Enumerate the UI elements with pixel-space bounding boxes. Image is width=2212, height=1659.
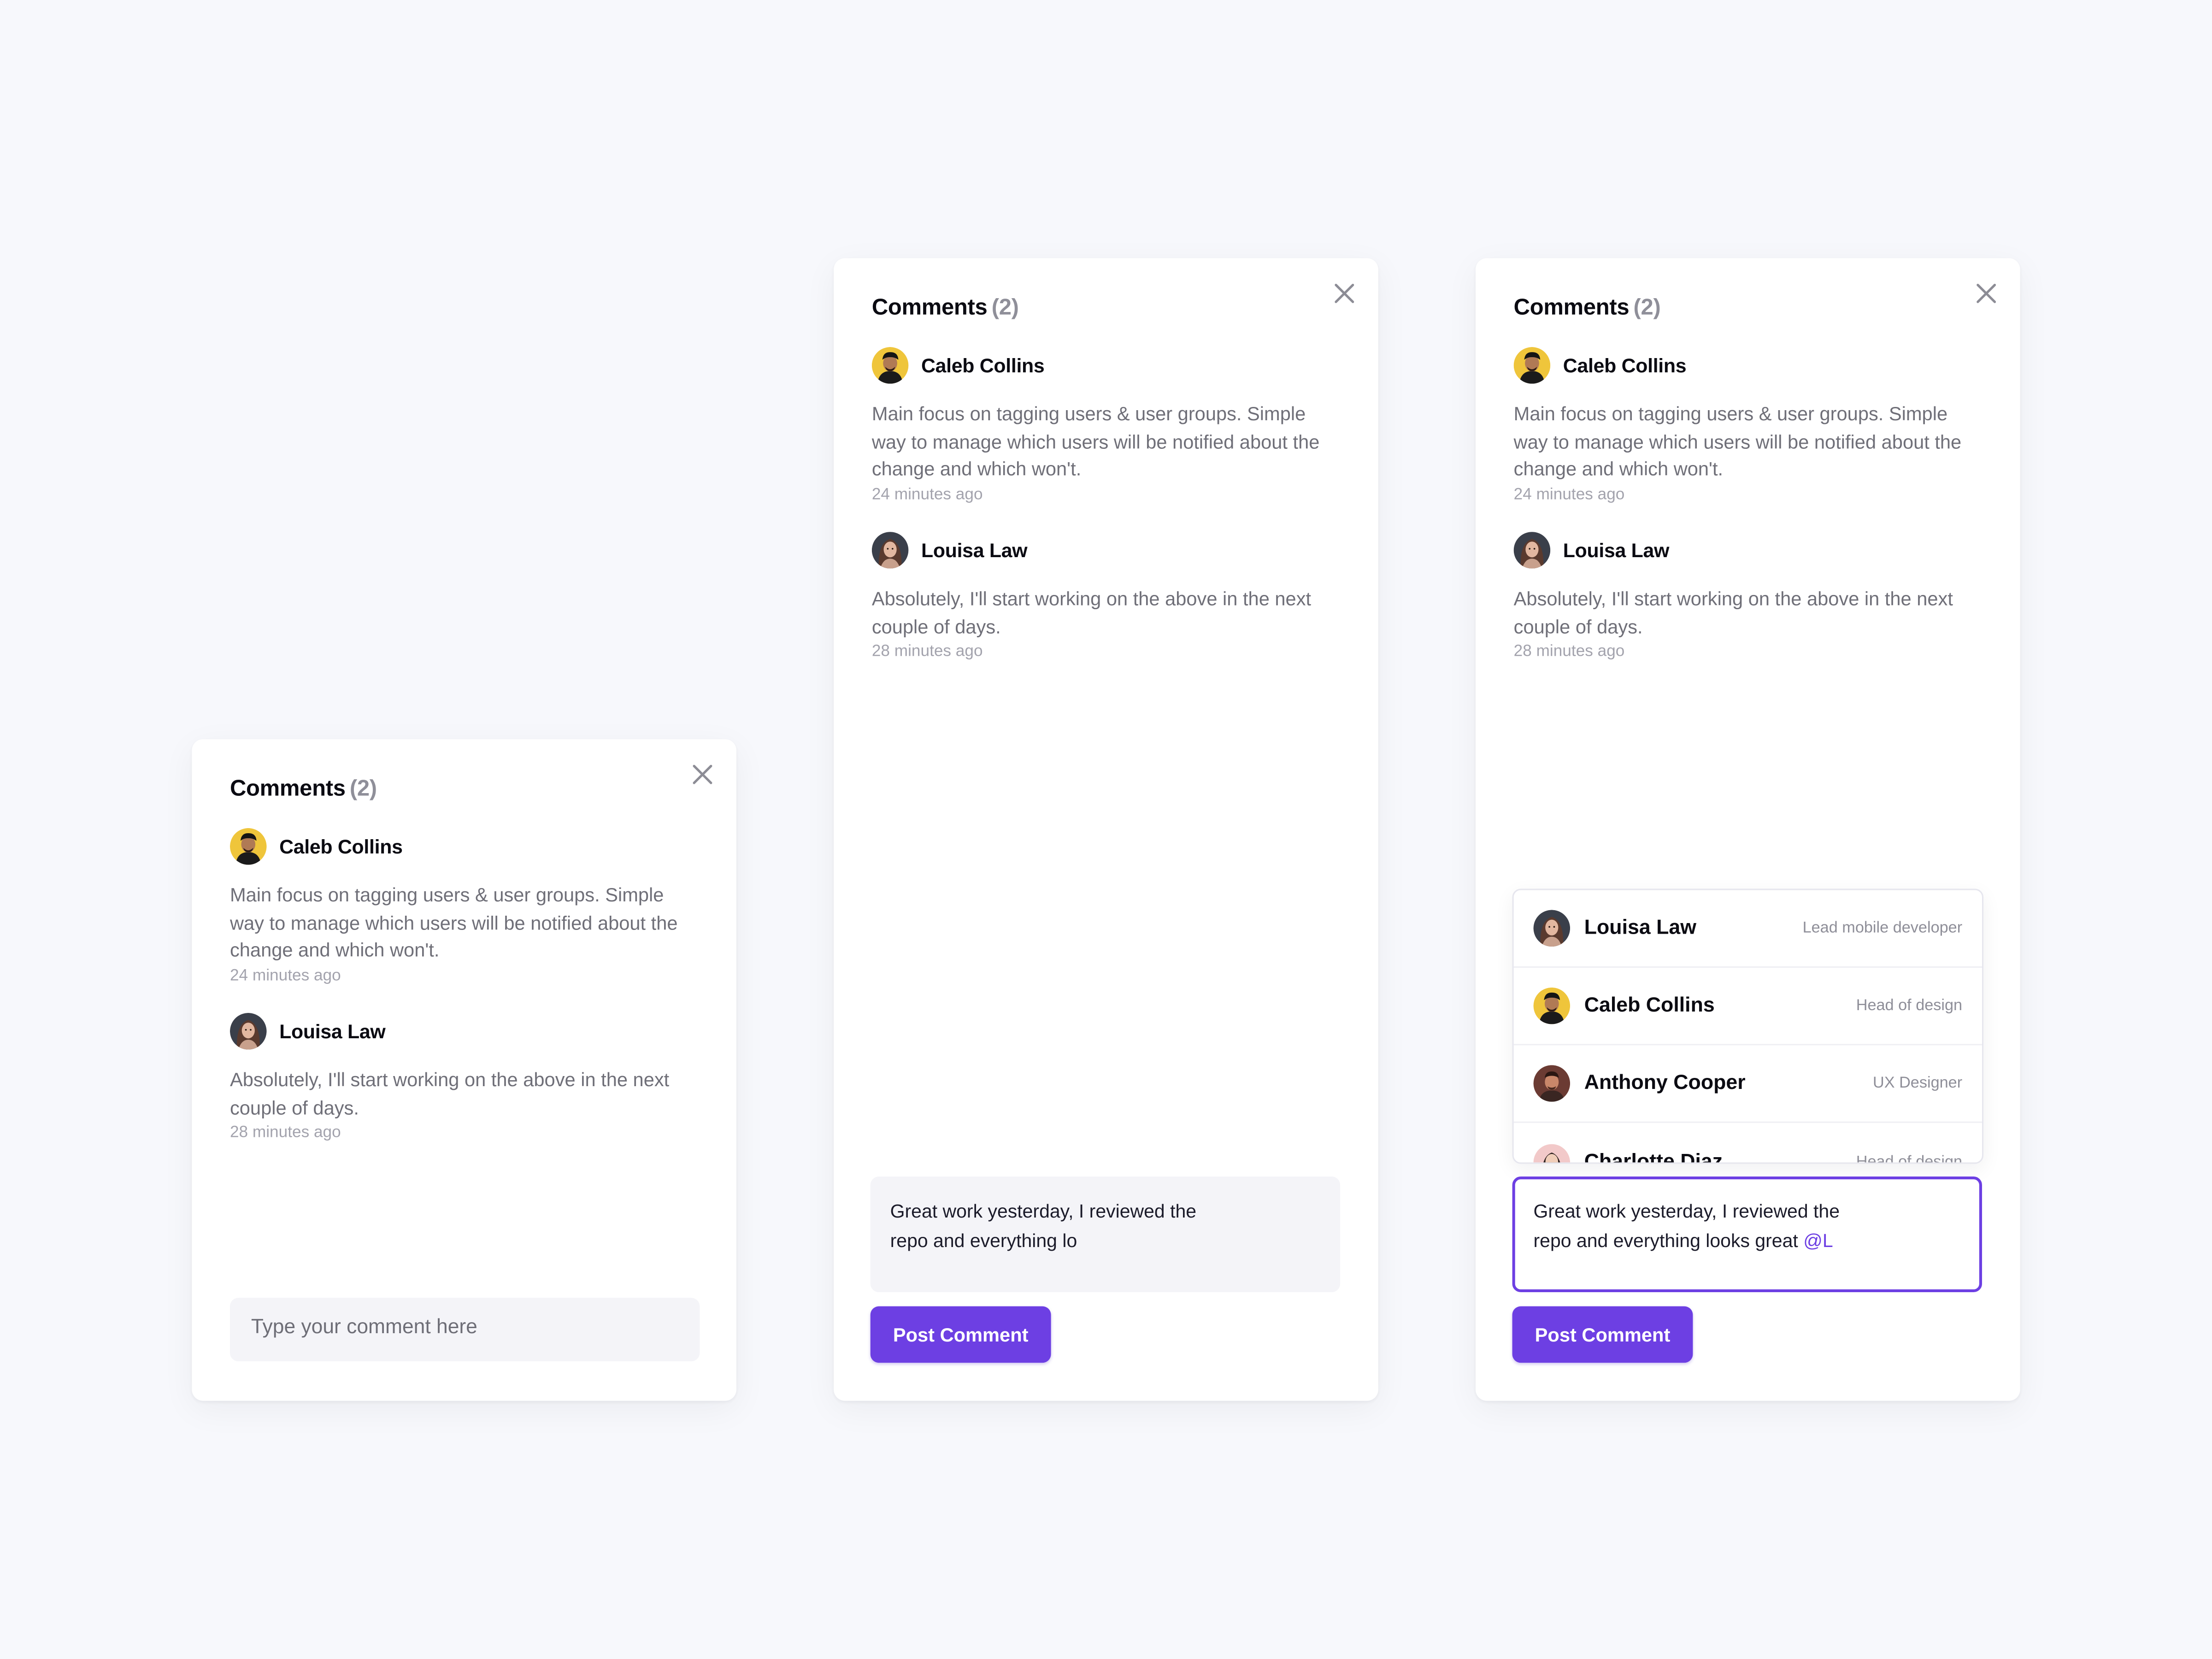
comment-timestamp: 28 minutes ago — [1513, 643, 1625, 660]
comment-input[interactable]: Type your comment here — [229, 1298, 700, 1362]
mention-option-name: Anthony Cooper — [1584, 1072, 1746, 1095]
comment-item: Caleb Collins Main focus on tagging user… — [229, 827, 703, 984]
textarea-line-with-mention: repo and everything looks great @L — [1534, 1226, 1961, 1255]
comment-text: Absolutely, I'll start working on the ab… — [1513, 588, 1953, 637]
textarea-line: Great work yesterday, I reviewed the — [1533, 1200, 1840, 1222]
caleb-avatar-icon — [1513, 346, 1551, 383]
comment-text: Absolutely, I'll start working on the ab… — [229, 1069, 670, 1118]
textarea-line: Great work yesterday, I reviewed the — [890, 1200, 1197, 1222]
mention-option[interactable]: Charlotte Diaz Head of design — [1514, 1123, 1982, 1164]
panel-title: Comments (2) — [1514, 296, 1661, 322]
comment-text: Main focus on tagging users & user group… — [229, 884, 678, 961]
mention-option-name: Louisa Law — [1584, 917, 1696, 940]
comment-input-placeholder: Type your comment here — [251, 1316, 477, 1339]
comment-text: Main focus on tagging users & user group… — [871, 403, 1320, 480]
louisa-avatar-icon — [1513, 531, 1551, 568]
caleb-avatar-icon — [871, 346, 909, 383]
comment-timestamp: 28 minutes ago — [871, 643, 983, 660]
comment-textarea[interactable]: Great work yesterday, I reviewed the rep… — [870, 1177, 1341, 1293]
comment-author: Louisa Law — [1563, 538, 1670, 561]
louisa-avatar-icon — [229, 1012, 267, 1049]
mention-option[interactable]: Louisa Law Lead mobile developer — [1513, 890, 1982, 968]
mention-token: @L — [1803, 1230, 1833, 1252]
panel-title-label: Comments — [871, 296, 988, 320]
comment-item: Louisa Law Absolutely, I'll start workin… — [1513, 530, 1987, 660]
comment-author: Caleb Collins — [1563, 353, 1687, 376]
comment-item: Louisa Law Absolutely, I'll start workin… — [229, 1012, 703, 1141]
close-icon — [693, 765, 712, 784]
comment-textarea-focused[interactable]: Great work yesterday, I reviewed the rep… — [1512, 1177, 1982, 1293]
panel-title-label: Comments — [1513, 296, 1630, 320]
mention-option[interactable]: Caleb Collins Head of design — [1513, 968, 1982, 1046]
comment-author: Louisa Law — [279, 1019, 386, 1042]
mention-option[interactable]: Anthony Cooper UX Designer — [1513, 1045, 1982, 1123]
comment-author: Caleb Collins — [279, 834, 403, 857]
comment-item: Caleb Collins Main focus on tagging user… — [1513, 346, 1987, 503]
post-comment-button[interactable]: Post Comment — [870, 1306, 1051, 1363]
close-icon — [1335, 283, 1354, 303]
comment-count: (2) — [1633, 296, 1661, 320]
mention-option-role: Head of design — [1856, 997, 1963, 1015]
louisa-avatar-icon — [871, 531, 909, 568]
comment-timestamp: 24 minutes ago — [1513, 486, 1625, 503]
comments-panel-typing: Comments (2) Caleb Collins Main focus on … — [834, 258, 1378, 1401]
anthony-avatar-icon — [1533, 1065, 1571, 1102]
textarea-line-text: repo and everything looks great — [1533, 1230, 1798, 1252]
close-button[interactable] — [1332, 281, 1357, 306]
comment-item: Caleb Collins Main focus on tagging user… — [871, 346, 1345, 503]
mention-option-role: Head of design — [1856, 1153, 1963, 1164]
canvas: Comments (2) Caleb Collins Main focus on … — [0, 0, 2212, 1659]
comment-author: Louisa Law — [921, 538, 1028, 561]
comment-timestamp: 28 minutes ago — [229, 1124, 341, 1141]
comment-timestamp: 24 minutes ago — [871, 486, 983, 503]
comment-count: (2) — [991, 296, 1019, 320]
panel-title: Comments (2) — [872, 296, 1019, 322]
comments-panel-mention: Comments (2) Caleb Collins Main focus on … — [1476, 258, 2020, 1401]
caleb-avatar-icon — [229, 827, 267, 864]
mention-option-name: Caleb Collins — [1584, 994, 1715, 1018]
caleb-avatar-icon — [1533, 987, 1571, 1024]
comment-author: Caleb Collins — [921, 353, 1045, 376]
comment-text: Main focus on tagging users & user group… — [1513, 403, 1962, 480]
panel-title: Comments (2) — [230, 777, 377, 803]
textarea-line: repo and everything lo — [890, 1230, 1077, 1252]
mention-suggestions-dropdown[interactable]: Louisa Law Lead mobile developer Caleb C… — [1512, 888, 1984, 1164]
panel-title-label: Comments — [229, 777, 346, 801]
close-icon — [1977, 283, 1996, 303]
mention-option-role: UX Designer — [1872, 1075, 1963, 1092]
mention-option-role: Lead mobile developer — [1802, 919, 1963, 937]
post-comment-button[interactable]: Post Comment — [1512, 1306, 1693, 1363]
close-button[interactable] — [690, 762, 715, 787]
comment-count: (2) — [349, 777, 377, 801]
mention-option-name: Charlotte Diaz — [1584, 1150, 1723, 1164]
comments-panel-empty: Comments (2) Caleb Collins Main focus on … — [192, 739, 736, 1401]
close-button[interactable] — [1974, 281, 1999, 306]
comment-timestamp: 24 minutes ago — [229, 967, 341, 984]
comment-text: Absolutely, I'll start working on the ab… — [871, 588, 1312, 637]
comment-item: Louisa Law Absolutely, I'll start workin… — [871, 530, 1345, 660]
charlotte-avatar-icon — [1533, 1143, 1571, 1163]
louisa-avatar-icon — [1533, 910, 1571, 947]
